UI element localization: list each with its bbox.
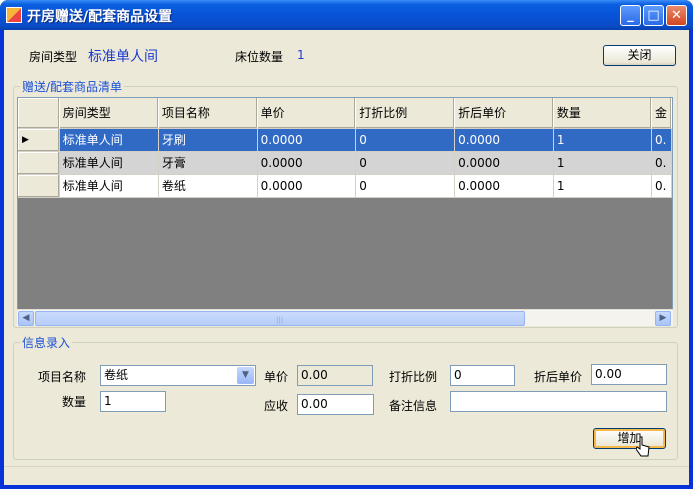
room-type-value: 标准单人间	[88, 49, 158, 65]
cell[interactable]: 牙膏	[158, 151, 258, 175]
cell[interactable]: 牙刷	[158, 128, 258, 152]
add-button[interactable]: 增加	[593, 428, 666, 449]
cell[interactable]: 0.	[651, 151, 672, 175]
cell[interactable]: 1	[553, 174, 653, 198]
app-icon	[6, 7, 22, 23]
scroll-right-icon[interactable]: ▶	[655, 311, 671, 326]
form-group-title: 信息录入	[20, 334, 73, 351]
items-grid[interactable]: 房间类型 项目名称 单价 打折比例 折后单价 数量 金 ▶ 标准单人间 牙刷 0…	[17, 97, 673, 326]
row-header[interactable]	[18, 174, 60, 198]
column-header[interactable]: 折后单价	[454, 98, 554, 129]
column-header[interactable]: 打折比例	[355, 98, 456, 129]
scroll-left-icon[interactable]: ◀	[18, 311, 34, 326]
cell[interactable]: 0.0000	[454, 174, 554, 198]
discounted-price-label: 折后单价	[534, 370, 583, 384]
cell[interactable]: 标准单人间	[59, 174, 159, 198]
discount-label: 打折比例	[389, 370, 438, 384]
horizontal-scrollbar[interactable]: ◀ ||| ▶	[17, 309, 673, 326]
cell[interactable]: 0.	[651, 128, 672, 152]
bed-count-value: 1	[297, 48, 305, 62]
cell[interactable]: 0	[355, 128, 456, 152]
item-name-label: 项目名称	[38, 370, 87, 384]
cell[interactable]: 标准单人间	[59, 151, 159, 175]
discount-field[interactable]: 0	[450, 365, 515, 386]
cell[interactable]: 0.0000	[257, 151, 357, 175]
scroll-grip: |||	[276, 316, 284, 324]
unit-price-field[interactable]: 0.00	[297, 365, 373, 386]
chevron-down-icon[interactable]: ▼	[237, 367, 254, 384]
status-bar	[4, 466, 689, 485]
cell[interactable]: 0	[355, 151, 456, 175]
window-frame-bottom	[0, 485, 693, 489]
cell[interactable]: 卷纸	[158, 174, 258, 198]
cell[interactable]: 0.0000	[257, 128, 357, 152]
remarks-field[interactable]	[450, 391, 667, 412]
header-row: 房间类型 项目名称 单价 打折比例 折后单价 数量 金	[18, 98, 672, 129]
room-type-label: 房间类型	[29, 50, 78, 64]
maximize-button[interactable]: □	[643, 5, 664, 26]
table-row[interactable]: 标准单人间 牙膏 0.0000 0 0.0000 1 0.	[18, 151, 672, 175]
quantity-field[interactable]: 1	[100, 391, 166, 412]
items-table: 房间类型 项目名称 单价 打折比例 折后单价 数量 金 ▶ 标准单人间 牙刷 0…	[18, 98, 672, 198]
receivable-field[interactable]: 0.00	[297, 394, 374, 415]
list-group-title: 赠送/配套商品清单	[20, 78, 125, 95]
cell[interactable]: 0.	[651, 174, 672, 198]
row-header[interactable]	[18, 151, 60, 175]
column-header[interactable]: 金	[651, 98, 672, 129]
unit-price-label: 单价	[264, 370, 289, 384]
cell[interactable]: 1	[553, 128, 653, 152]
quantity-label: 数量	[62, 395, 87, 409]
scroll-thumb[interactable]: |||	[35, 311, 525, 326]
cell[interactable]: 0	[355, 174, 456, 198]
table-row[interactable]: 标准单人间 卷纸 0.0000 0 0.0000 1 0.	[18, 174, 672, 198]
column-header[interactable]: 项目名称	[158, 98, 258, 129]
column-header[interactable]: 房间类型	[59, 98, 159, 129]
table-row[interactable]: ▶ 标准单人间 牙刷 0.0000 0 0.0000 1 0.	[18, 128, 672, 152]
cell[interactable]: 0.0000	[454, 151, 554, 175]
item-name-value: 卷纸	[104, 368, 129, 382]
window: 开房赠送/配套商品设置 _ □ ✕ 房间类型 标准单人间 床位数量 1 关闭 赠…	[0, 0, 693, 489]
column-header[interactable]: 单价	[257, 98, 357, 129]
cell[interactable]: 1	[553, 151, 653, 175]
minimize-button[interactable]: _	[620, 5, 641, 26]
remarks-label: 备注信息	[389, 399, 438, 413]
close-button[interactable]: 关闭	[603, 45, 676, 66]
window-title: 开房赠送/配套商品设置	[27, 9, 173, 25]
cell[interactable]: 标准单人间	[59, 128, 159, 152]
bed-count-label: 床位数量	[235, 50, 284, 64]
window-frame-right	[689, 30, 693, 489]
cell[interactable]: 0.0000	[454, 128, 554, 152]
receivable-label: 应收	[264, 399, 289, 413]
item-name-select[interactable]: 卷纸 ▼	[100, 365, 256, 386]
current-row-indicator: ▶	[18, 128, 60, 152]
discounted-price-field[interactable]: 0.00	[591, 364, 667, 385]
title-bar[interactable]: 开房赠送/配套商品设置 _ □ ✕	[0, 0, 693, 30]
close-window-button[interactable]: ✕	[666, 5, 687, 26]
row-header-corner	[18, 98, 60, 129]
cell[interactable]: 0.0000	[257, 174, 357, 198]
column-header[interactable]: 数量	[553, 98, 653, 129]
pointer-cursor-icon	[636, 436, 650, 457]
